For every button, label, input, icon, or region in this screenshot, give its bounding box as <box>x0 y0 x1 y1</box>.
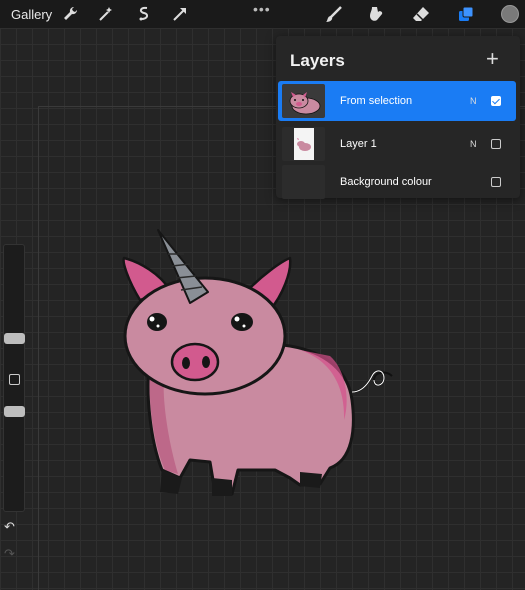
layer-visibility-checkbox[interactable] <box>491 96 501 106</box>
toolbar: Gallery ••• <box>0 0 525 28</box>
pig-thumbnail-icon <box>289 92 321 115</box>
redo-button[interactable]: ↷ <box>4 546 15 562</box>
brush-icon[interactable] <box>324 4 344 24</box>
magic-wand-icon[interactable] <box>96 4 116 24</box>
layer-thumbnail <box>282 165 325 199</box>
selection-icon[interactable] <box>134 4 154 24</box>
layers-panel: Layers + From selection N Layer 1 N Back… <box>276 36 520 199</box>
opacity-slider[interactable] <box>4 406 25 417</box>
brush-size-slider[interactable] <box>4 333 25 344</box>
pig-thumbnail-icon <box>294 128 314 160</box>
layer-thumbnail <box>282 127 325 161</box>
layer-row-background-colour[interactable]: Background colour <box>278 162 516 202</box>
eraser-icon[interactable] <box>411 4 431 24</box>
wrench-icon[interactable] <box>61 4 81 24</box>
blend-mode-button[interactable]: N <box>470 139 477 149</box>
modify-button[interactable] <box>9 374 20 385</box>
smudge-icon[interactable] <box>366 4 386 24</box>
undo-button[interactable]: ↶ <box>4 519 15 535</box>
layer-visibility-checkbox[interactable] <box>491 177 501 187</box>
layer-name: From selection <box>340 95 413 107</box>
layer-row-layer-1[interactable]: Layer 1 N <box>278 124 516 164</box>
gallery-button[interactable]: Gallery <box>11 7 52 22</box>
layers-icon[interactable] <box>456 4 476 24</box>
blend-mode-button[interactable]: N <box>470 96 477 106</box>
color-picker-button[interactable] <box>501 5 519 23</box>
layers-title: Layers <box>290 51 345 70</box>
layer-name: Background colour <box>340 176 432 188</box>
layer-row-from-selection[interactable]: From selection N <box>278 81 516 121</box>
transform-icon[interactable] <box>170 4 190 24</box>
more-options-button[interactable]: ••• <box>253 1 271 17</box>
layer-visibility-checkbox[interactable] <box>491 139 501 149</box>
layer-thumbnail <box>282 84 325 118</box>
add-layer-button[interactable]: + <box>486 48 499 70</box>
sidebar <box>3 244 25 512</box>
layer-name: Layer 1 <box>340 138 377 150</box>
